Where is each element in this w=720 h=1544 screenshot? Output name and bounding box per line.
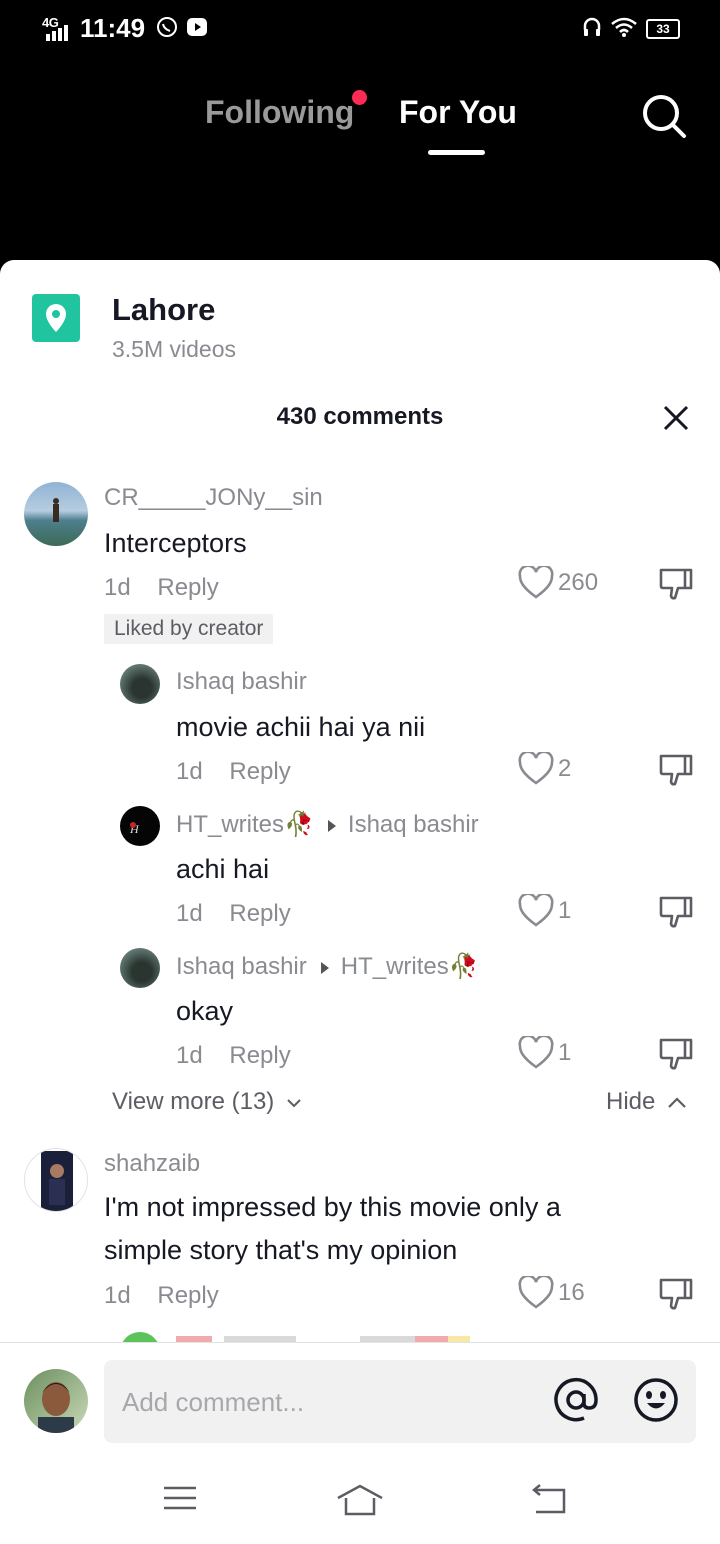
avatar[interactable] — [120, 664, 160, 704]
heart-icon — [518, 894, 554, 927]
battery-level: 33 — [656, 22, 670, 36]
mention-icon[interactable] — [552, 1376, 600, 1424]
comment-username[interactable]: shahzaib — [104, 1150, 200, 1178]
status-bar: 4G 11:49 33 — [0, 0, 720, 56]
reply-username-line: HT_writes🥀 Ishaq bashir — [176, 810, 479, 839]
like-button[interactable]: 1 — [518, 894, 571, 928]
reply-item: Ishaq bashir movie achii hai ya nii 1d R… — [0, 662, 720, 792]
comment-meta: 1d Reply — [104, 1282, 219, 1310]
comment-input[interactable] — [120, 1380, 524, 1424]
headphones-icon — [583, 17, 601, 36]
reply-age: 1d — [176, 900, 203, 927]
view-more-replies-button[interactable]: View more (13) — [112, 1088, 303, 1116]
reply-item: Ishaq bashir HT_writes🥀 okay 1d Reply 1 — [0, 946, 720, 1076]
heart-icon — [518, 566, 554, 599]
liked-by-creator-badge: Liked by creator — [104, 614, 274, 644]
search-icon[interactable] — [640, 92, 688, 140]
whatsapp-icon — [157, 17, 177, 37]
comment-meta: 1d Reply — [104, 574, 219, 602]
reply-meta: 1d Reply — [176, 758, 291, 786]
comment-input-container[interactable] — [104, 1360, 696, 1443]
reply-username[interactable]: Ishaq bashir — [176, 668, 307, 696]
location-video-count: 3.5M videos — [112, 336, 237, 362]
dislike-icon[interactable] — [658, 1276, 694, 1312]
reply-button[interactable]: Reply — [157, 574, 218, 601]
chevron-up-icon — [668, 1097, 686, 1108]
comment-item: CR_____JONy__sin Interceptors 1d Reply 2… — [0, 480, 720, 644]
avatar[interactable] — [120, 948, 160, 988]
dislike-icon[interactable] — [658, 752, 694, 788]
back-icon[interactable] — [530, 1484, 568, 1514]
home-icon[interactable] — [336, 1484, 384, 1516]
dislike-icon[interactable] — [658, 1036, 694, 1072]
reply-to-username[interactable]: HT_writes🥀 — [341, 953, 479, 980]
reply-arrow-icon — [320, 961, 329, 974]
like-count: 1 — [558, 1039, 572, 1066]
reply-meta: 1d Reply — [176, 900, 291, 928]
reply-button[interactable]: Reply — [229, 900, 290, 927]
system-navigation-bar — [0, 1452, 720, 1544]
hide-label: Hide — [606, 1088, 656, 1115]
comment-text: I'm not impressed by this movie only a s… — [104, 1192, 561, 1265]
reply-item: H HT_writes🥀 Ishaq bashir achi hai 1d Rep… — [0, 804, 720, 934]
like-count: 16 — [558, 1279, 585, 1306]
chevron-down-icon — [287, 1098, 301, 1108]
my-avatar — [24, 1369, 88, 1433]
hide-replies-button[interactable]: Hide — [606, 1088, 688, 1116]
reply-arrow-icon — [327, 819, 336, 832]
reply-meta: 1d Reply — [176, 1042, 291, 1070]
active-tab-indicator — [428, 150, 485, 155]
menu-icon[interactable] — [162, 1484, 198, 1512]
like-button[interactable]: 260 — [518, 566, 598, 600]
comment-username[interactable]: CR_____JONy__sin — [104, 484, 323, 512]
reply-button[interactable]: Reply — [229, 758, 290, 785]
like-button[interactable]: 1 — [518, 1036, 571, 1070]
battery-icon: 33 — [646, 19, 680, 39]
emoji-icon[interactable] — [632, 1376, 680, 1424]
view-more-label: View more (13) — [112, 1088, 275, 1115]
reply-to-username[interactable]: Ishaq bashir — [348, 811, 479, 838]
close-icon[interactable] — [662, 404, 690, 432]
avatar[interactable]: H — [120, 806, 160, 846]
video-background: 4G 11:49 33 Following For You — [0, 0, 720, 280]
like-count: 2 — [558, 755, 572, 782]
reply-age: 1d — [176, 758, 203, 785]
reply-username-line: Ishaq bashir HT_writes🥀 — [176, 952, 479, 981]
clock: 11:49 — [80, 13, 146, 43]
reply-text: achi hai — [176, 854, 270, 884]
wifi-icon — [611, 17, 637, 37]
comment-input-bar — [0, 1342, 720, 1453]
tab-for-you[interactable]: For You — [399, 94, 517, 131]
reply-text: okay — [176, 996, 234, 1026]
comment-count: 430 comments — [276, 403, 444, 430]
avatar[interactable] — [24, 482, 88, 546]
top-navigation: Following For You — [0, 90, 720, 160]
reply-age: 1d — [176, 1042, 203, 1069]
reply-button[interactable]: Reply — [229, 1042, 290, 1069]
like-count: 1 — [558, 897, 572, 924]
notification-dot — [352, 90, 367, 105]
like-button[interactable]: 2 — [518, 752, 571, 786]
youtube-icon — [187, 18, 207, 36]
comment-age: 1d — [104, 574, 131, 601]
dislike-icon[interactable] — [658, 894, 694, 930]
reply-text: movie achii hai ya nii — [176, 712, 426, 742]
location-name[interactable]: Lahore — [112, 292, 215, 328]
reply-username[interactable]: HT_writes🥀 — [176, 811, 314, 838]
comment-text: Interceptors — [104, 528, 247, 558]
heart-icon — [518, 752, 554, 785]
like-count: 260 — [558, 569, 599, 596]
like-button[interactable]: 16 — [518, 1276, 585, 1310]
signal-icon — [46, 25, 68, 41]
location-pin-icon[interactable] — [32, 294, 80, 342]
reply-username[interactable]: Ishaq bashir — [176, 953, 307, 980]
dislike-icon[interactable] — [658, 566, 694, 602]
avatar[interactable] — [24, 1148, 88, 1212]
tab-following[interactable]: Following — [205, 94, 354, 131]
comment-age: 1d — [104, 1282, 131, 1309]
comment-item: shahzaib I'm not impressed by this movie… — [0, 1146, 720, 1316]
heart-icon — [518, 1036, 554, 1069]
reply-button[interactable]: Reply — [157, 1282, 218, 1309]
heart-icon — [518, 1276, 554, 1309]
